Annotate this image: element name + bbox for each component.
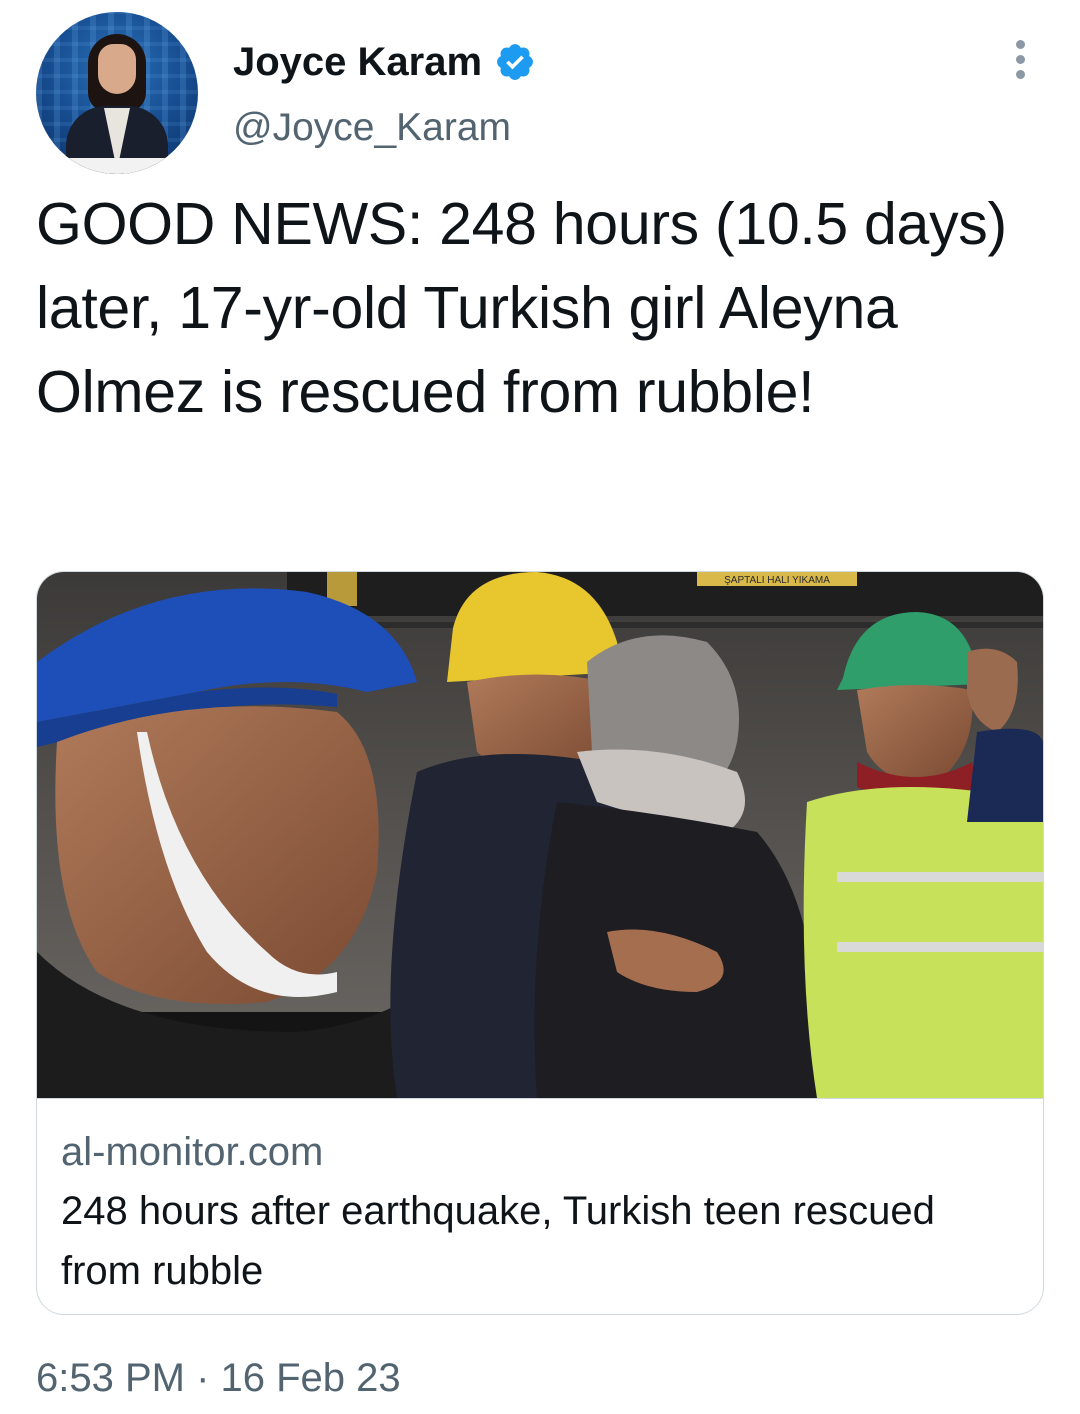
avatar-ticker [36, 158, 198, 174]
avatar-face [98, 44, 136, 94]
verified-badge-icon [497, 44, 533, 80]
more-dot [1015, 70, 1025, 79]
more-options-icon[interactable] [1008, 40, 1032, 80]
link-card[interactable]: ŞAPTALI HALI YIKAMA al-monitor.com 248 h… [36, 571, 1044, 1315]
tweet-timestamp[interactable]: 6:53 PM · 16 Feb 23 [36, 1352, 401, 1404]
author-avatar[interactable] [36, 12, 198, 174]
author-display-name[interactable]: Joyce Karam [233, 38, 482, 86]
tweet-text: GOOD NEWS: 248 hours (10.5 days) later, … [36, 191, 1007, 425]
author-name-row[interactable]: Joyce Karam [233, 38, 536, 86]
sign-text: ŞAPTALI HALI YIKAMA [724, 575, 830, 586]
author-handle[interactable]: @Joyce_Karam [233, 104, 511, 152]
more-dot [1015, 40, 1025, 49]
link-card-meta[interactable]: al-monitor.com 248 hours after earthquak… [37, 1098, 1043, 1314]
tweet[interactable]: Joyce Karam @Joyce_Karam GOOD NEWS: 248 … [0, 0, 1080, 1414]
rescue-photo: ŞAPTALI HALI YIKAMA [37, 572, 1043, 1098]
link-card-domain: al-monitor.com [61, 1130, 324, 1174]
more-dot [1015, 55, 1025, 64]
link-card-title[interactable]: 248 hours after earthquake, Turkish teen… [61, 1181, 1001, 1301]
link-card-image[interactable]: ŞAPTALI HALI YIKAMA [37, 572, 1043, 1098]
